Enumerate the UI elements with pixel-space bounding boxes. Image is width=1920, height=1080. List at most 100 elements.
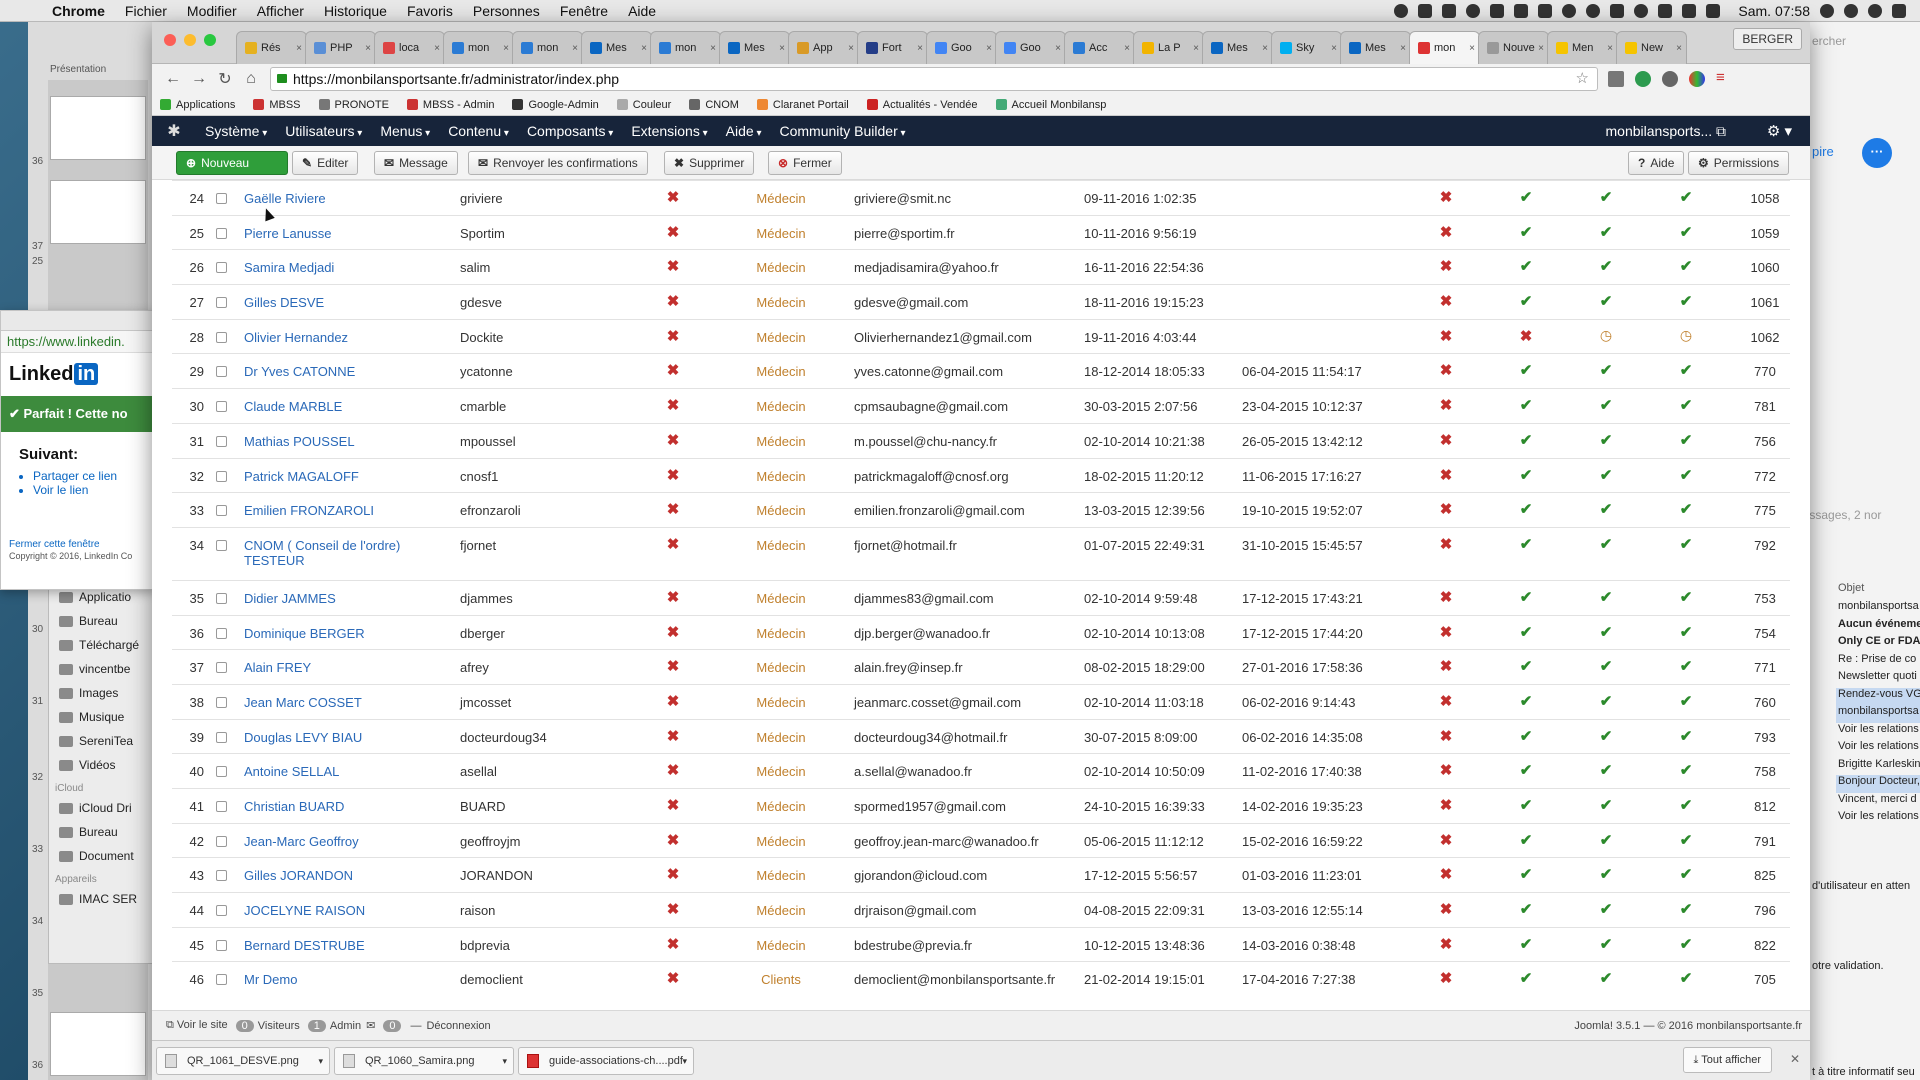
check-icon[interactable]: ✔ bbox=[1600, 432, 1613, 449]
status-cell[interactable]: ✔ bbox=[1646, 892, 1726, 928]
status-cell[interactable]: ✖ bbox=[1406, 180, 1486, 216]
row-checkbox[interactable] bbox=[212, 579, 240, 616]
check-icon[interactable]: ✔ bbox=[1600, 224, 1613, 241]
status-cell[interactable]: ✔ bbox=[1566, 353, 1646, 389]
user-name-link[interactable]: Gaëlle Riviere bbox=[240, 180, 456, 216]
status-cell[interactable]: ✖ bbox=[1486, 318, 1566, 354]
finder-item[interactable]: SereniTea bbox=[49, 729, 157, 753]
status-cell[interactable]: ✔ bbox=[1646, 649, 1726, 685]
nav-systeme[interactable]: Système bbox=[196, 123, 276, 139]
pending-clock-icon[interactable]: ◷ bbox=[1600, 327, 1612, 343]
checkbox-icon[interactable] bbox=[216, 227, 227, 239]
menu-icon[interactable]: ≡ bbox=[1716, 70, 1725, 87]
check-icon[interactable]: ✔ bbox=[1520, 293, 1533, 310]
qr-extension-icon[interactable] bbox=[1608, 71, 1624, 87]
row-checkbox[interactable] bbox=[212, 683, 240, 720]
cross-icon[interactable]: ✖ bbox=[667, 501, 680, 518]
status-cell[interactable]: ✔ bbox=[1566, 961, 1646, 997]
bookmark-item[interactable]: Accueil Monbilansp bbox=[995, 99, 1106, 111]
mail-subject[interactable]: Rendez-vous VG bbox=[1836, 687, 1920, 705]
cross-icon[interactable]: ✖ bbox=[667, 624, 680, 641]
status-cell[interactable]: ✖ bbox=[1406, 614, 1486, 650]
row-checkbox[interactable] bbox=[212, 649, 240, 685]
spotlight-icon[interactable] bbox=[1844, 3, 1858, 18]
status-cell[interactable]: ✖ bbox=[1406, 492, 1486, 528]
row-checkbox[interactable] bbox=[212, 180, 240, 216]
cross-icon[interactable]: ✖ bbox=[667, 432, 680, 449]
cross-icon[interactable]: ✖ bbox=[1440, 397, 1453, 414]
cross-icon[interactable]: ✖ bbox=[1440, 328, 1453, 345]
browser-tab[interactable]: Mes × bbox=[581, 31, 652, 64]
close-tab-icon[interactable]: × bbox=[710, 43, 716, 54]
user-name-link[interactable]: Samira Medjadi bbox=[240, 249, 456, 285]
status-cell[interactable]: ✖ bbox=[1406, 683, 1486, 720]
nav-menus[interactable]: Menus bbox=[371, 123, 439, 139]
status-cell[interactable]: ✔ bbox=[1566, 249, 1646, 285]
menu-personnes[interactable]: Personnes bbox=[463, 3, 550, 19]
cross-icon[interactable]: ✖ bbox=[1440, 224, 1453, 241]
close-tab-icon[interactable]: × bbox=[1262, 43, 1268, 54]
close-window-icon[interactable] bbox=[164, 34, 176, 46]
cross-icon[interactable]: ✖ bbox=[1440, 362, 1453, 379]
cross-icon[interactable]: ✖ bbox=[667, 728, 680, 745]
browser-tab[interactable]: Goo × bbox=[995, 31, 1066, 64]
menu-aide[interactable]: Aide bbox=[618, 3, 666, 19]
checkbox-icon[interactable] bbox=[216, 401, 227, 413]
cross-icon[interactable]: ✖ bbox=[1520, 328, 1533, 345]
row-checkbox[interactable] bbox=[212, 422, 240, 458]
cross-icon[interactable]: ✖ bbox=[667, 589, 680, 606]
status-cell[interactable]: ✔ bbox=[1486, 892, 1566, 928]
user-name-link[interactable]: Christian BUARD bbox=[240, 788, 456, 824]
checkbox-icon[interactable] bbox=[216, 435, 227, 447]
check-icon[interactable]: ✔ bbox=[1520, 866, 1533, 883]
user-name-link[interactable]: CNOM ( Conseil de l'ordre) TESTEUR bbox=[240, 526, 456, 581]
status-cell[interactable]: ✖ bbox=[1406, 857, 1486, 893]
status-cell[interactable]: ✖ bbox=[634, 422, 712, 458]
user-icon[interactable] bbox=[1820, 3, 1834, 18]
check-icon[interactable]: ✔ bbox=[1680, 293, 1693, 310]
status-cell[interactable]: ✔ bbox=[1646, 422, 1726, 458]
color-extension-icon[interactable] bbox=[1689, 71, 1705, 87]
close-tab-icon[interactable]: × bbox=[1055, 43, 1061, 54]
row-checkbox[interactable] bbox=[212, 214, 240, 250]
status-cell[interactable]: ✖ bbox=[634, 284, 712, 320]
bookmark-item[interactable]: Google-Admin bbox=[512, 99, 599, 111]
status-cell[interactable]: ✖ bbox=[1406, 318, 1486, 354]
checkbox-icon[interactable] bbox=[216, 470, 227, 482]
checkbox-icon[interactable] bbox=[216, 731, 227, 743]
cross-icon[interactable]: ✖ bbox=[1440, 293, 1453, 310]
cross-icon[interactable]: ✖ bbox=[1440, 501, 1453, 518]
close-tab-icon[interactable]: × bbox=[1538, 43, 1544, 54]
address-bar[interactable]: https://monbilansportsante.fr/administra… bbox=[270, 67, 1598, 91]
status-cell[interactable]: ✖ bbox=[634, 753, 712, 789]
mail-subject[interactable]: Brigitte Karleskin bbox=[1836, 758, 1920, 776]
status-cell[interactable]: ✔ bbox=[1646, 788, 1726, 824]
row-checkbox[interactable] bbox=[212, 926, 240, 962]
user-name-link[interactable]: Mathias POUSSEL bbox=[240, 422, 456, 458]
status-cell[interactable]: ✔ bbox=[1646, 822, 1726, 858]
mail-search-placeholder[interactable]: ercher bbox=[1812, 34, 1846, 48]
row-checkbox[interactable] bbox=[212, 249, 240, 285]
status-cell[interactable]: ✔ bbox=[1486, 180, 1566, 216]
status-cell[interactable]: ✖ bbox=[1406, 788, 1486, 824]
browser-tab[interactable]: Men × bbox=[1547, 31, 1618, 64]
check-icon[interactable]: ✔ bbox=[1600, 728, 1613, 745]
status-cell[interactable]: ✔ bbox=[1486, 718, 1566, 754]
user-name-link[interactable]: Pierre Lanusse bbox=[240, 214, 456, 250]
check-icon[interactable]: ✔ bbox=[1520, 797, 1533, 814]
check-icon[interactable]: ✔ bbox=[1600, 536, 1613, 553]
row-checkbox[interactable] bbox=[212, 822, 240, 858]
close-tab-icon[interactable]: × bbox=[986, 43, 992, 54]
cross-icon[interactable]: ✖ bbox=[1440, 936, 1453, 953]
checkbox-icon[interactable] bbox=[216, 539, 227, 551]
check-icon[interactable]: ✔ bbox=[1520, 362, 1533, 379]
mail-subject[interactable]: Voir les relations bbox=[1836, 740, 1920, 758]
check-icon[interactable]: ✔ bbox=[1520, 397, 1533, 414]
check-icon[interactable]: ✔ bbox=[1600, 293, 1613, 310]
status-cell[interactable]: ✔ bbox=[1486, 926, 1566, 962]
status-cell[interactable]: ✖ bbox=[1406, 249, 1486, 285]
status-cell[interactable]: ✔ bbox=[1566, 892, 1646, 928]
row-checkbox[interactable] bbox=[212, 892, 240, 928]
bookmark-item[interactable]: Applications bbox=[160, 99, 235, 111]
status-cell[interactable]: ✔ bbox=[1566, 614, 1646, 650]
